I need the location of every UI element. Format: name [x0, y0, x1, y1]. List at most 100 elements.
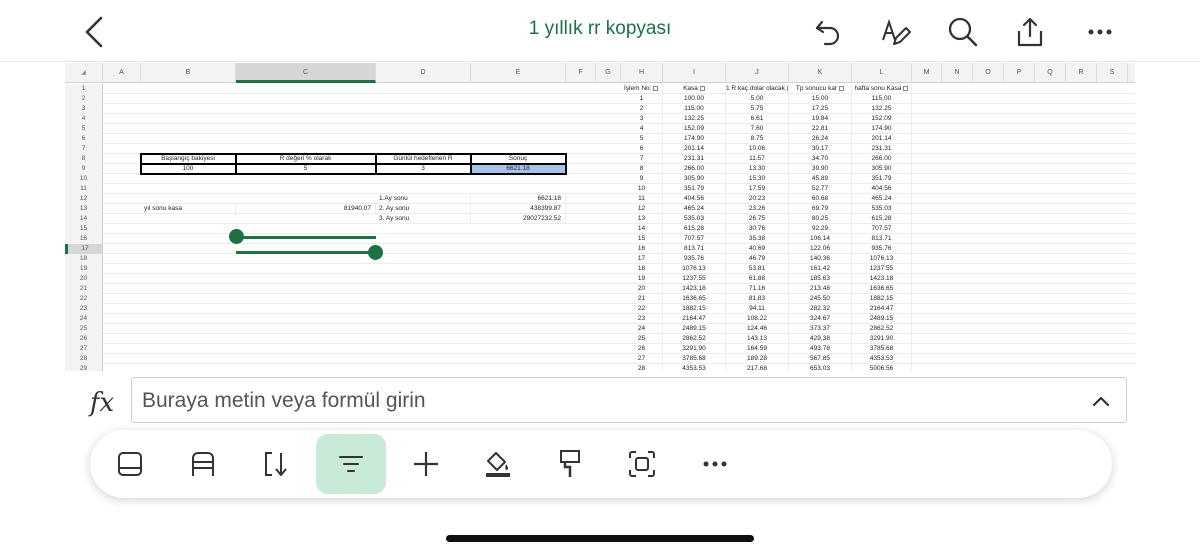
table-cell-h[interactable]: 19 [621, 274, 663, 284]
filter-dropdown-icon[interactable] [699, 85, 705, 91]
table-header-h[interactable]: İşlem No: [621, 84, 663, 94]
table-cell-j[interactable]: 10.06 [726, 144, 789, 154]
row-header-17[interactable]: 17 [65, 244, 103, 254]
cell-b8[interactable]: Başlangıç bakiyesi [141, 154, 236, 164]
table-cell-h[interactable]: 21 [621, 294, 663, 304]
table-cell-l[interactable]: 935.76 [852, 244, 912, 254]
table-cell-i[interactable]: 707.57 [663, 234, 726, 244]
table-cell-h[interactable]: 12 [621, 204, 663, 214]
cell-d12[interactable]: 1.Ay sonu [376, 194, 471, 204]
table-cell-k[interactable]: 122.06 [789, 244, 852, 254]
row-header-22[interactable]: 22 [65, 294, 103, 304]
cell-e14[interactable]: 29027232.52 [471, 214, 566, 224]
table-cell-k[interactable]: 69.79 [789, 204, 852, 214]
table-cell-h[interactable]: 15 [621, 234, 663, 244]
table-cell-i[interactable]: 231.31 [663, 154, 726, 164]
table-cell-i[interactable]: 1636.65 [663, 294, 726, 304]
table-cell-i[interactable]: 305.90 [663, 174, 726, 184]
insert-button[interactable] [391, 434, 461, 494]
table-cell-k[interactable]: 26.24 [789, 134, 852, 144]
table-cell-j[interactable]: 61.88 [726, 274, 789, 284]
table-cell-l[interactable]: 2862.52 [852, 324, 912, 334]
row-header-6[interactable]: 6 [65, 134, 103, 144]
table-cell-h[interactable]: 9 [621, 174, 663, 184]
table-cell-j[interactable]: 108.22 [726, 314, 789, 324]
column-header-q[interactable]: Q [1035, 63, 1066, 83]
row-header-10[interactable]: 10 [65, 174, 103, 184]
table-cell-l[interactable]: 2164.47 [852, 304, 912, 314]
column-header-a[interactable]: A [103, 63, 141, 83]
table-cell-j[interactable]: 40.69 [726, 244, 789, 254]
table-cell-i[interactable]: 1237.55 [663, 274, 726, 284]
row-header-20[interactable]: 20 [65, 274, 103, 284]
table-header-j[interactable]: 1 R kaç dolar olacak [726, 84, 789, 94]
table-cell-l[interactable]: 2489.15 [852, 314, 912, 324]
table-cell-j[interactable]: 46.79 [726, 254, 789, 264]
row-header-27[interactable]: 27 [65, 344, 103, 354]
table-cell-h[interactable]: 2 [621, 104, 663, 114]
table-cell-j[interactable]: 164.59 [726, 344, 789, 354]
row-header-5[interactable]: 5 [65, 124, 103, 134]
table-cell-j[interactable]: 11.57 [726, 154, 789, 164]
column-header-c[interactable]: C [236, 63, 376, 83]
column-header-h[interactable]: H [621, 63, 663, 83]
cell-e8[interactable]: Sonuç [471, 154, 566, 164]
table-cell-l[interactable]: 231.31 [852, 144, 912, 154]
table-header-l[interactable]: hafta sonu Kasa [852, 84, 912, 94]
table-cell-l[interactable]: 132.25 [852, 104, 912, 114]
column-header-f[interactable]: F [566, 63, 596, 83]
format-painter-button[interactable] [535, 434, 605, 494]
select-all-corner[interactable]: ◢ [65, 63, 103, 83]
table-cell-i[interactable]: 351.79 [663, 184, 726, 194]
row-header-15[interactable]: 15 [65, 224, 103, 234]
table-cell-i[interactable]: 935.76 [663, 254, 726, 264]
column-header-j[interactable]: J [726, 63, 789, 83]
table-cell-k[interactable]: 80.25 [789, 214, 852, 224]
table-cell-k[interactable]: 15.00 [789, 94, 852, 104]
table-cell-l[interactable]: 1076.13 [852, 254, 912, 264]
table-cell-j[interactable]: 189.28 [726, 354, 789, 364]
row-header-9[interactable]: 9 [65, 164, 103, 174]
row-header-14[interactable]: 14 [65, 214, 103, 224]
table-cell-k[interactable]: 34.70 [789, 154, 852, 164]
table-cell-k[interactable]: 22.81 [789, 124, 852, 134]
table-cell-i[interactable]: 535.03 [663, 214, 726, 224]
table-cell-k[interactable]: 39.90 [789, 164, 852, 174]
spreadsheet-grid[interactable]: ◢ ABCDEFGHIJKLMNOPQRS 1 İşlem No: Kasa 1 R … [65, 63, 1135, 371]
selection-handle-end[interactable] [368, 245, 383, 260]
column-header-o[interactable]: O [973, 63, 1004, 83]
table-cell-h[interactable]: 11 [621, 194, 663, 204]
cell-c9[interactable]: 5 [236, 164, 376, 174]
column-header-m[interactable]: M [912, 63, 942, 83]
cell-d14[interactable]: 3. Ay sonu [376, 214, 471, 224]
freeze-panes-button[interactable] [95, 434, 165, 494]
table-cell-h[interactable]: 17 [621, 254, 663, 264]
table-cell-h[interactable]: 14 [621, 224, 663, 234]
table-cell-j[interactable]: 5.00 [726, 94, 789, 104]
table-cell-k[interactable]: 567.85 [789, 354, 852, 364]
cell-b13[interactable]: yıl sonu kasa [141, 204, 236, 214]
table-cell-k[interactable]: 30.17 [789, 144, 852, 154]
table-cell-j[interactable]: 217.68 [726, 364, 789, 371]
function-icon[interactable]: fx [85, 386, 119, 420]
table-cell-h[interactable]: 7 [621, 154, 663, 164]
search-button[interactable] [941, 10, 985, 54]
row-header-7[interactable]: 7 [65, 144, 103, 154]
table-cell-i[interactable]: 3785.68 [663, 354, 726, 364]
table-cell-j[interactable]: 15.30 [726, 174, 789, 184]
table-cell-k[interactable]: 213.48 [789, 284, 852, 294]
more-tools-button[interactable] [680, 434, 750, 494]
table-cell-j[interactable]: 71.16 [726, 284, 789, 294]
column-header-r[interactable]: R [1066, 63, 1097, 83]
table-cell-h[interactable]: 28 [621, 364, 663, 371]
column-header-s[interactable]: S [1097, 63, 1128, 83]
table-cell-k[interactable]: 17.25 [789, 104, 852, 114]
fill-color-button[interactable] [463, 434, 533, 494]
cell-b9[interactable]: 100 [141, 164, 236, 174]
table-cell-l[interactable]: 305.90 [852, 164, 912, 174]
table-cell-h[interactable]: 18 [621, 264, 663, 274]
table-cell-h[interactable]: 25 [621, 334, 663, 344]
column-header-n[interactable]: N [942, 63, 973, 83]
table-cell-i[interactable]: 174.90 [663, 134, 726, 144]
table-cell-l[interactable]: 813.71 [852, 234, 912, 244]
